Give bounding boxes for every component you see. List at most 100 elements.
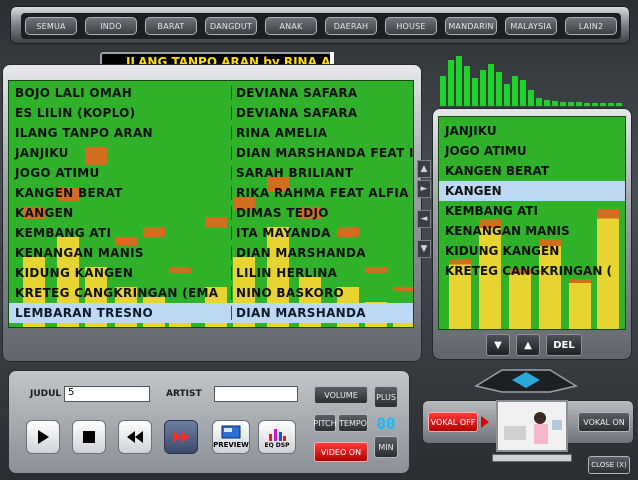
vocal-off-button[interactable]: VOKAL OFF	[428, 412, 478, 432]
playlist-row[interactable]: KEMBANG ATI	[439, 201, 625, 221]
video-preview[interactable]	[496, 400, 568, 452]
vocal-off-arrow-icon	[480, 414, 490, 428]
playlist-row[interactable]: KRETEG CANGKRINGAN (	[439, 261, 625, 281]
stop-button[interactable]	[72, 420, 106, 454]
category-bar: SEMUA INDO BARAT DANGDUT ANAK DAERAH HOUSE MAND…	[10, 6, 630, 44]
move-left-icon[interactable]: ◄	[417, 210, 431, 228]
song-list[interactable]: BOJO LALI OMAH DEVIANA SAFARA ES LILIN (KO…	[8, 80, 414, 328]
song-row[interactable]: ES LILIN (KOPLO) DEVIANA SAFARA	[9, 103, 413, 123]
category-button-anak[interactable]: ANAK	[265, 17, 317, 35]
song-artist: RINA AMELIA	[231, 126, 413, 140]
equalizer-icon	[269, 428, 286, 441]
playlist-down-button[interactable]: ▼	[486, 334, 510, 356]
song-title: JANJIKU	[15, 146, 69, 160]
song-row[interactable]: KENANGAN MANIS DIAN MARSHANDA	[9, 243, 413, 263]
spectrum-bar	[496, 72, 502, 106]
playlist[interactable]: JANJIKU JOGO ATIMU KANGEN BERAT KANGEN KEMBA…	[438, 116, 626, 330]
song-row[interactable]: JOGO ATIMU SARAH BRILIANT	[9, 163, 413, 183]
preview-label: PREVIEW	[213, 441, 249, 449]
song-artist: RIKA RAHMA FEAT ALFIA	[231, 186, 413, 200]
song-artist: SARAH BRILIANT	[231, 166, 413, 180]
song-title: KIDUNG KANGEN	[15, 266, 134, 280]
playlist-row[interactable]: KANGEN BERAT	[439, 161, 625, 181]
spectrum-bar	[608, 103, 614, 106]
playlist-delete-button[interactable]: DEL	[546, 334, 582, 356]
song-row[interactable]: KANGEN BERAT RIKA RAHMA FEAT ALFIA	[9, 183, 413, 203]
song-title: ES LILIN (KOPLO)	[15, 106, 136, 120]
song-row[interactable]: LEMBARAN TRESNO DIAN MARSHANDA	[9, 303, 413, 323]
video-thumbnail-icon	[498, 402, 566, 450]
play-icon	[38, 430, 49, 444]
song-artist: DIAN MARSHANDA	[231, 246, 413, 260]
play-button[interactable]	[26, 420, 60, 454]
video-seek-bar[interactable]	[492, 454, 572, 462]
song-row[interactable]: KANGEN DIMAS TEDJO	[9, 203, 413, 223]
song-title: JOGO ATIMU	[15, 166, 100, 180]
playlist-row[interactable]: JANJIKU	[439, 121, 625, 141]
scroll-up-icon[interactable]: ▲	[417, 160, 431, 178]
song-artist: DIAN MARSHANDA FEAT I	[231, 146, 413, 160]
min-button[interactable]: MIN	[374, 436, 398, 458]
song-title: KANGEN BERAT	[15, 186, 123, 200]
spectrum-bar	[568, 102, 574, 106]
artist-input[interactable]	[214, 386, 298, 402]
spectrum-bar	[448, 60, 454, 106]
category-button-indo[interactable]: INDO	[85, 17, 137, 35]
spectrum-bar	[504, 84, 510, 106]
counter-display: 00	[376, 413, 396, 433]
playlist-row[interactable]: KIDUNG KANGEN	[439, 241, 625, 261]
spectrum-bar	[584, 103, 590, 106]
spectrum-bar	[512, 76, 518, 106]
song-row[interactable]: KRETEG CANGKRINGAN (EMA NINO BASKORO	[9, 283, 413, 303]
spectrum-bar	[592, 103, 598, 106]
song-artist: DEVIANA SAFARA	[231, 86, 413, 100]
move-right-icon[interactable]: ►	[417, 180, 431, 198]
eq-dsp-button[interactable]: EQ DSP	[258, 420, 296, 454]
pitch-button[interactable]: PITCH	[313, 414, 337, 432]
song-artist: DIMAS TEDJO	[231, 206, 413, 220]
category-button-barat[interactable]: BARAT	[145, 17, 197, 35]
category-button-lain2[interactable]: LAIN2	[565, 17, 617, 35]
spectrum-bar	[576, 102, 582, 106]
category-button-house[interactable]: HOUSE	[385, 17, 437, 35]
plus-button[interactable]: PLUS	[374, 386, 398, 408]
category-button-semua[interactable]: SEMUA	[25, 17, 77, 35]
playlist-row[interactable]: JOGO ATIMU	[439, 141, 625, 161]
rewind-button[interactable]	[118, 420, 152, 454]
song-artist: ITA MAYANDA	[231, 226, 413, 240]
category-button-mandarin[interactable]: MANDARIN	[445, 17, 497, 35]
playlist-up-button[interactable]: ▲	[516, 334, 540, 356]
judul-input[interactable]: 5	[64, 386, 150, 402]
song-title: KEMBANG ATI	[15, 226, 112, 240]
video-on-button[interactable]: VIDEO ON	[314, 442, 368, 462]
song-row[interactable]: JANJIKU DIAN MARSHANDA FEAT I	[9, 143, 413, 163]
category-button-daerah[interactable]: DAERAH	[325, 17, 377, 35]
scroll-down-icon[interactable]: ▼	[417, 240, 431, 258]
category-bar-inner: SEMUA INDO BARAT DANGDUT ANAK DAERAH HOUSE MAND…	[21, 13, 621, 39]
song-title: ILANG TANPO ARAN	[15, 126, 153, 140]
spectrum-bar	[440, 76, 446, 106]
song-row[interactable]: BOJO LALI OMAH DEVIANA SAFARA	[9, 83, 413, 103]
eq-dsp-label: EQ DSP	[264, 441, 290, 449]
vocal-on-button[interactable]: VOKAL ON	[578, 412, 630, 432]
song-row[interactable]: KEMBANG ATI ITA MAYANDA	[9, 223, 413, 243]
playlist-row[interactable]: KENANGAN MANIS	[439, 221, 625, 241]
tempo-button[interactable]: TEMPO	[338, 414, 368, 432]
song-row[interactable]: ILANG TANPO ARAN RINA AMELIA	[9, 123, 413, 143]
song-row[interactable]: KIDUNG KANGEN LILIN HERLINA	[9, 263, 413, 283]
rewind-icon	[127, 431, 143, 443]
volume-button[interactable]: VOLUME	[314, 386, 368, 404]
spectrum-bar	[472, 78, 478, 106]
playlist-row[interactable]: KANGEN	[439, 181, 625, 201]
artist-label: ARTIST	[166, 389, 202, 399]
preview-button[interactable]: PREVIEW	[212, 420, 250, 454]
song-artist: DEVIANA SAFARA	[231, 106, 413, 120]
category-button-dangdut[interactable]: DANGDUT	[205, 17, 257, 35]
close-button[interactable]: CLOSE (X)	[588, 456, 630, 474]
stop-icon	[83, 431, 95, 443]
spectrum-meter	[434, 50, 630, 106]
fast-forward-button[interactable]	[164, 420, 198, 454]
song-title: BOJO LALI OMAH	[15, 86, 133, 100]
center-emblem	[472, 362, 580, 394]
category-button-malaysia[interactable]: MALAYSIA	[505, 17, 557, 35]
